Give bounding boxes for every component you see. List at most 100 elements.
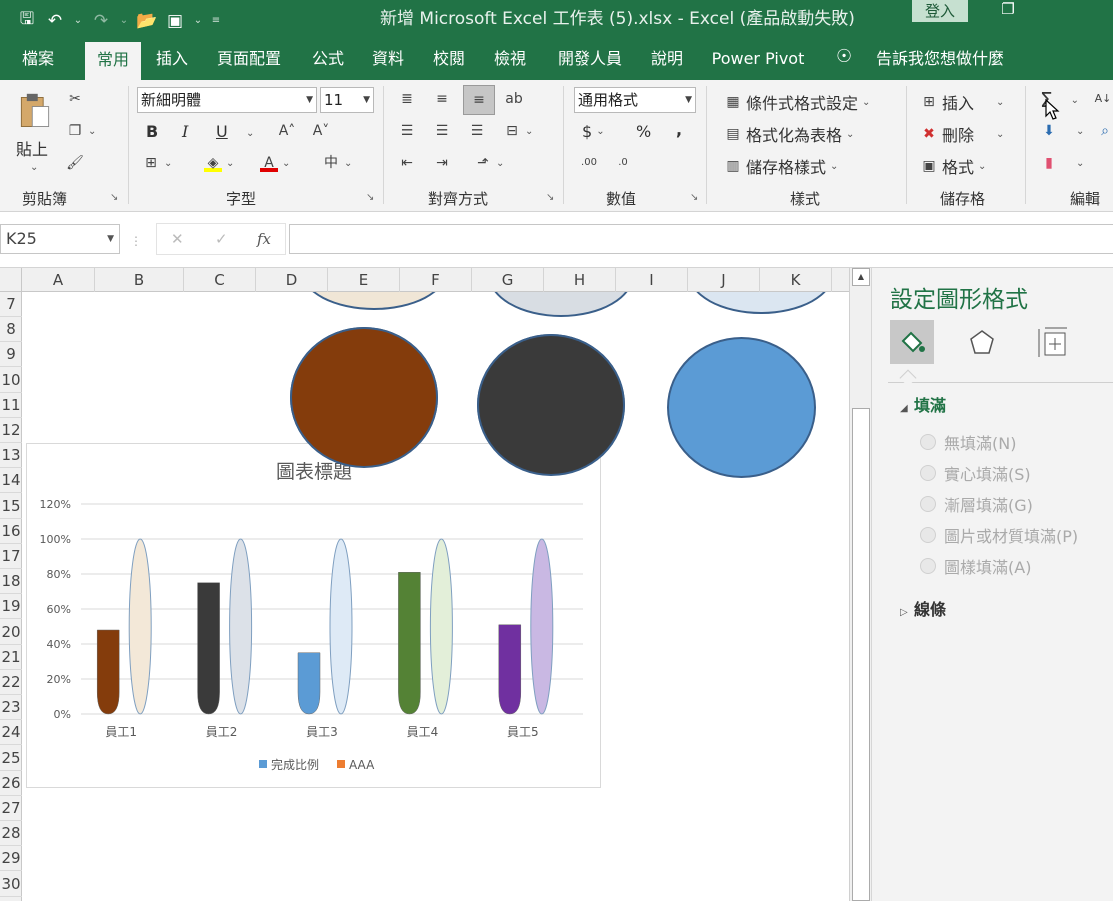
- formula-input[interactable]: [289, 224, 1113, 254]
- format-cells-button[interactable]: ▣ 格式 ⌄: [920, 154, 986, 178]
- legend-label[interactable]: AAA: [349, 758, 375, 772]
- shrink-font-button[interactable]: A˅: [312, 122, 330, 140]
- fill-line-tab[interactable]: [890, 320, 934, 364]
- y-tick-label[interactable]: 120%: [40, 498, 71, 511]
- effects-tab[interactable]: [960, 320, 1004, 364]
- y-tick-label[interactable]: 40%: [47, 638, 71, 651]
- fill-option-picture[interactable]: 圖片或材質填滿(P): [920, 523, 1078, 547]
- row-header[interactable]: 25: [0, 746, 22, 771]
- column-header[interactable]: K: [760, 268, 832, 292]
- x-tick-label[interactable]: 員工1: [105, 725, 137, 739]
- fill-option-pattern[interactable]: 圖樣填滿(A): [920, 554, 1031, 578]
- fill-section-header[interactable]: ◢ 填滿: [900, 392, 946, 416]
- x-tick-label[interactable]: 員工3: [306, 725, 338, 739]
- row-header[interactable]: 16: [0, 519, 22, 544]
- row-header[interactable]: 22: [0, 670, 22, 695]
- scroll-up-icon[interactable]: ▲: [852, 268, 870, 286]
- align-right-button[interactable]: ☰: [468, 122, 486, 140]
- column-header[interactable]: I: [616, 268, 688, 292]
- insert-cells-button[interactable]: ⊞ 插入 ⌄: [920, 90, 1004, 114]
- column-header[interactable]: A: [22, 268, 95, 292]
- row-header[interactable]: 13: [0, 443, 22, 469]
- merge-center-button[interactable]: ⊟ ⌄: [503, 122, 533, 140]
- format-as-table-button[interactable]: ▤ 格式化為表格 ⌄: [724, 122, 854, 146]
- legend-swatch[interactable]: [259, 760, 267, 768]
- conditional-formatting-button[interactable]: ▦ 條件式格式設定 ⌄: [724, 90, 870, 114]
- copy-button[interactable]: ❐ ⌄: [66, 122, 97, 140]
- decrease-indent-button[interactable]: ⇤: [398, 154, 416, 172]
- enter-icon[interactable]: ✓: [215, 230, 228, 248]
- shape-circle-dark-overlay[interactable]: [477, 334, 625, 476]
- data-bar-actual[interactable]: [96, 629, 120, 715]
- tab-home[interactable]: 常用: [85, 42, 141, 80]
- name-box[interactable]: K25 ▼: [0, 224, 120, 254]
- underline-dropdown-icon[interactable]: ⌄: [246, 128, 254, 139]
- y-tick-label[interactable]: 80%: [47, 568, 71, 581]
- row-header[interactable]: 14: [0, 468, 22, 494]
- tab-developer[interactable]: 開發人員: [547, 40, 633, 80]
- fill-button[interactable]: ⬇ ⌄: [1040, 122, 1084, 140]
- chart-area[interactable]: 圖表標題 0% 20% 40% 60% 80% 100% 120% 員工1 員工2 員工3 員工4 員工…: [26, 443, 601, 788]
- data-bar-ghost[interactable]: [429, 538, 453, 715]
- data-bar-ghost[interactable]: [229, 538, 253, 715]
- redo-icon[interactable]: ↷: [90, 11, 112, 31]
- font-size-combo[interactable]: 11 ▼: [320, 87, 374, 113]
- shape-circle-brown-overlay[interactable]: [290, 327, 438, 468]
- row-header[interactable]: 26: [0, 771, 22, 796]
- grow-font-button[interactable]: A˄: [278, 122, 296, 140]
- tab-review[interactable]: 校閱: [425, 40, 473, 80]
- row-header[interactable]: 9: [0, 342, 22, 368]
- cancel-icon[interactable]: ✕: [171, 230, 184, 248]
- row-header[interactable]: 17: [0, 544, 22, 569]
- delete-cells-button[interactable]: ✖ 刪除 ⌄: [920, 122, 1004, 146]
- data-bar-actual[interactable]: [197, 582, 220, 715]
- insert-function-icon[interactable]: fx: [257, 230, 271, 248]
- line-section-header[interactable]: ▷ 線條: [900, 596, 946, 620]
- tab-insert[interactable]: 插入: [148, 40, 196, 80]
- column-header[interactable]: C: [184, 268, 256, 292]
- number-format-combo[interactable]: 通用格式 ▼: [574, 87, 696, 113]
- x-tick-label[interactable]: 員工2: [206, 725, 238, 739]
- underline-button[interactable]: U: [216, 122, 228, 141]
- align-center-button[interactable]: ☰: [433, 122, 451, 140]
- row-header[interactable]: 30: [0, 872, 22, 897]
- data-bar-actual[interactable]: [498, 624, 522, 715]
- save-icon[interactable]: 🖫: [16, 6, 38, 35]
- login-button[interactable]: 登入: [912, 0, 968, 22]
- data-bar-actual[interactable]: [398, 572, 421, 715]
- row-header[interactable]: 20: [0, 620, 22, 645]
- column-header[interactable]: E: [328, 268, 400, 292]
- y-tick-label[interactable]: 20%: [47, 673, 71, 686]
- column-header[interactable]: D: [256, 268, 328, 292]
- screenshot-dropdown-icon[interactable]: ⌄: [192, 15, 204, 26]
- row-header[interactable]: 27: [0, 796, 22, 821]
- borders-button[interactable]: ⊞ ⌄: [142, 154, 172, 172]
- orientation-button[interactable]: ab: [505, 90, 523, 108]
- phonetic-button[interactable]: 中 ⌄: [322, 154, 352, 172]
- sort-filter-button[interactable]: A↓: [1094, 90, 1112, 108]
- tab-formulas[interactable]: 公式: [305, 40, 351, 80]
- fill-option-solid[interactable]: 實心填滿(S): [920, 461, 1031, 485]
- fill-option-gradient[interactable]: 漸層填滿(G): [920, 492, 1033, 516]
- font-name-combo[interactable]: 新細明體 ▼: [137, 87, 317, 113]
- row-header[interactable]: 10: [0, 368, 22, 393]
- row-header[interactable]: 15: [0, 494, 22, 519]
- row-header[interactable]: 19: [0, 594, 22, 620]
- decrease-decimal-button[interactable]: .0: [614, 154, 632, 172]
- data-bar-ghost[interactable]: [128, 538, 152, 715]
- data-bar-ghost[interactable]: [530, 538, 554, 715]
- percent-button[interactable]: %: [636, 122, 651, 141]
- clipboard-launcher-icon[interactable]: ↘: [110, 192, 118, 203]
- screenshot-icon[interactable]: ▣: [164, 11, 186, 31]
- tab-file[interactable]: 檔案: [14, 40, 62, 80]
- y-tick-label[interactable]: 60%: [47, 603, 71, 616]
- tab-data[interactable]: 資料: [364, 40, 412, 80]
- shape-circle-blue[interactable]: [667, 337, 816, 478]
- row-header[interactable]: 21: [0, 645, 22, 670]
- clear-button[interactable]: ▮ ⌄: [1040, 154, 1084, 172]
- size-properties-tab[interactable]: [1030, 320, 1074, 364]
- shape-circle-beige[interactable]: [301, 292, 447, 310]
- x-tick-label[interactable]: 員工4: [407, 725, 439, 739]
- column-header[interactable]: F: [400, 268, 472, 292]
- align-left-button[interactable]: ☰: [398, 122, 416, 140]
